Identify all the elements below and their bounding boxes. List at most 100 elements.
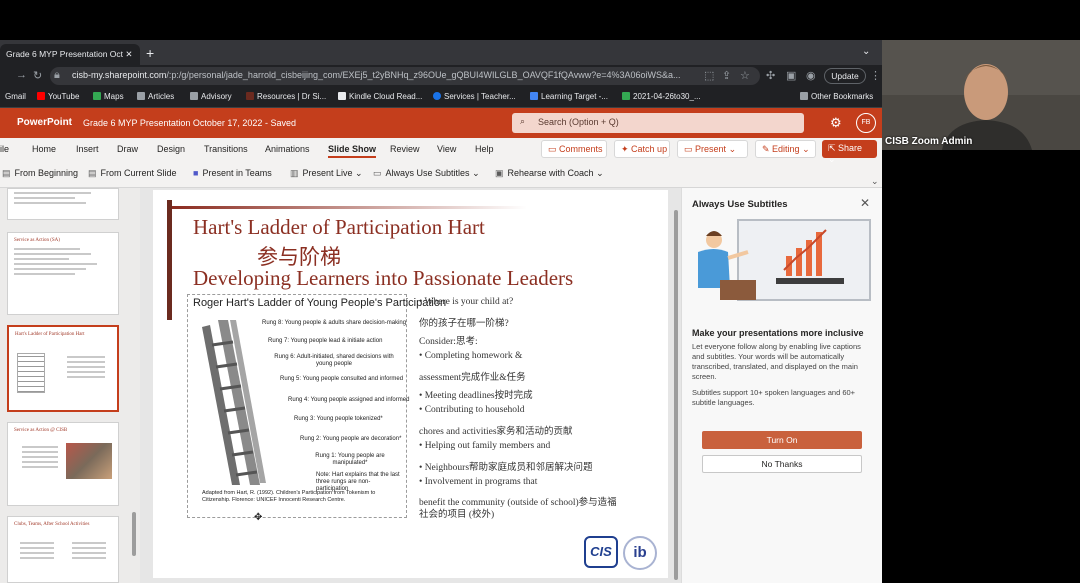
gear-icon[interactable]: ⚙ [830, 115, 842, 131]
share-icon: ⇱ [828, 143, 839, 153]
tab-slide-show[interactable]: Slide Show [328, 144, 377, 158]
close-icon[interactable]: ✕ [860, 196, 870, 210]
tab-title: Grade 6 MYP Presentation Oct [6, 49, 124, 59]
slide-scrollbar[interactable] [674, 210, 678, 580]
bookmark-gmail[interactable]: Gmail [5, 92, 26, 101]
comments-button[interactable]: ▭ Comments [541, 140, 607, 158]
chevron-down-icon: ⌄ [802, 144, 810, 154]
url-path: /:p:/g/personal/jade_harrold_cisbeijing_… [166, 70, 681, 80]
tab-insert[interactable]: Insert [76, 144, 99, 154]
panel-body-2: Subtitles support 10+ spoken languages a… [692, 388, 856, 407]
slide-icon: ▤ [88, 168, 97, 178]
move-cursor-icon: ✥ [254, 512, 263, 523]
figure-title: Roger Hart's Ladder of Young People's Pa… [193, 297, 447, 309]
no-thanks-button[interactable]: No Thanks [702, 455, 862, 473]
globe-icon [433, 92, 441, 100]
close-icon[interactable]: ✕ [125, 49, 132, 59]
turn-on-button[interactable]: Turn On [702, 431, 862, 449]
bookmark-services[interactable]: Services | Teacher... [433, 92, 516, 101]
document-title[interactable]: Grade 6 MYP Presentation October 17, 202… [83, 118, 296, 128]
thumbnail-scrollbar[interactable] [132, 512, 136, 556]
lock-icon[interactable]: 🔒︎ [54, 69, 60, 82]
slide-line-11: • Involvement in programs that [419, 477, 538, 487]
tab-transitions[interactable]: Transitions [204, 144, 248, 154]
slide-title-line1: Hart's Ladder of Participation Hart [193, 215, 485, 239]
tab-design[interactable]: Design [157, 144, 185, 154]
folder-icon [190, 92, 198, 100]
rehearse-with-coach-button[interactable]: ▣ Rehearse with Coach ⌄ [495, 168, 604, 179]
tab-review[interactable]: Review [390, 144, 420, 154]
panel-heading: Make your presentations more inclusive [692, 328, 864, 338]
bookmark-learning-target[interactable]: Learning Target -... [530, 92, 608, 101]
present-icon: ▭ [684, 144, 696, 154]
tab-home[interactable]: Home [32, 144, 56, 154]
browser-tab[interactable]: Grade 6 MYP Presentation Oct ✕ [0, 44, 140, 65]
extension-icon[interactable]: ⬚ [704, 69, 714, 82]
bookmark-kindle[interactable]: Kindle Cloud Read... [338, 92, 422, 101]
bookmark-resources[interactable]: Resources | Dr Si... [246, 92, 326, 101]
search-icon: ⌕ [520, 116, 526, 126]
bookmark-advisory[interactable]: Advisory [190, 92, 232, 101]
app-name: PowerPoint [17, 117, 73, 128]
catch-up-button[interactable]: ✦ Catch up [614, 140, 670, 158]
sidebar-icon[interactable]: ▣ [786, 69, 796, 82]
from-beginning-button[interactable]: ▤ From Beginning [2, 168, 78, 179]
puzzle-icon[interactable]: ✣ [766, 69, 775, 82]
from-current-slide-button[interactable]: ▤ From Current Slide [88, 168, 177, 179]
slide-thumbnail-5[interactable]: Clubs, Teams, After School Activities [7, 516, 119, 583]
chevron-down-icon: ⌄ [728, 144, 737, 154]
bookmark-maps[interactable]: Maps [93, 92, 124, 101]
tab-draw[interactable]: Draw [117, 144, 138, 154]
presenter-illustration [698, 219, 871, 301]
tab-help[interactable]: Help [475, 144, 494, 154]
chevron-down-icon[interactable]: ⌄ [862, 46, 870, 57]
star-icon[interactable]: ☆ [740, 69, 750, 82]
forward-icon[interactable]: → [16, 69, 27, 81]
slide-line-8: chores and activities家务和活动的贡献 [419, 427, 573, 437]
bookmark-label: Gmail [5, 92, 26, 101]
youtube-icon [37, 92, 45, 100]
menu-icon[interactable]: ⋮ [870, 69, 881, 82]
new-tab-icon[interactable]: + [146, 45, 154, 61]
slide-line-10: • Neighbours帮助家庭成员和邻居解决问题 [419, 463, 593, 473]
rung-2-label: Rung 2: Young people are decoration* [300, 436, 402, 442]
address-bar[interactable]: cisb-my.sharepoint.com/:p:/g/personal/ja… [50, 67, 760, 85]
kindle-icon [338, 92, 346, 100]
present-live-button[interactable]: ▥ Present Live ⌄ [290, 168, 363, 179]
tab-file[interactable]: ile [0, 144, 9, 154]
panel-body-1: Let everyone follow along by enabling li… [692, 342, 861, 381]
profile-icon[interactable]: ◉ [806, 69, 816, 82]
slide-thumbnail-2[interactable]: Service as Action (SA) [7, 232, 119, 315]
editing-button[interactable]: ✎ Editing ⌄ [755, 140, 816, 158]
other-bookmarks[interactable]: Other Bookmarks [800, 92, 873, 101]
reload-icon[interactable]: ↻ [33, 69, 42, 82]
ladder-image [202, 320, 266, 485]
avatar[interactable]: FB [856, 113, 876, 133]
rung-5-label: Rung 5: Young people consulted and infor… [280, 376, 404, 382]
slide-thumbnail-4[interactable]: Service as Action @ CISB [7, 422, 119, 506]
rung-6-label: Rung 6: Adult-initiated, shared decision… [274, 354, 394, 367]
slide-thumbnail-1[interactable] [7, 188, 119, 220]
slide-thumbnail-3[interactable]: Hart's Ladder of Participation Hart [7, 325, 119, 412]
tab-animations[interactable]: Animations [265, 144, 310, 154]
bookmark-youtube[interactable]: YouTube [37, 92, 79, 101]
bookmark-2021[interactable]: 2021-04-26to30_... [622, 92, 701, 101]
always-use-subtitles-button[interactable]: ▭ Always Use Subtitles ⌄ [373, 168, 480, 179]
slide-line-1: • Where is your child at? [419, 297, 514, 307]
present-in-teams-button[interactable]: ■ Present in Teams [193, 168, 272, 178]
bookmark-articles[interactable]: Articles [137, 92, 174, 101]
update-button[interactable]: Update [824, 68, 866, 84]
doc-icon [530, 92, 538, 100]
chevron-down-icon[interactable]: ⌄ [871, 176, 879, 187]
search-input[interactable]: ⌕ Search (Option + Q) [512, 113, 804, 133]
present-button[interactable]: ▭ Present ⌄ [677, 140, 748, 158]
ladder-thumbnail-image [17, 353, 45, 393]
slide-line-6: • Meeting deadlines按时完成 [419, 391, 533, 401]
ib-logo: ib [623, 536, 657, 570]
title-accent-bar [167, 200, 172, 320]
share-icon[interactable]: ⇪ [722, 69, 731, 82]
tab-view[interactable]: View [437, 144, 456, 154]
share-button[interactable]: ⇱ Share ⌄ [822, 140, 877, 164]
play-icon: ▤ [2, 168, 11, 178]
url-domain: cisb-my.sharepoint.com [72, 70, 167, 80]
